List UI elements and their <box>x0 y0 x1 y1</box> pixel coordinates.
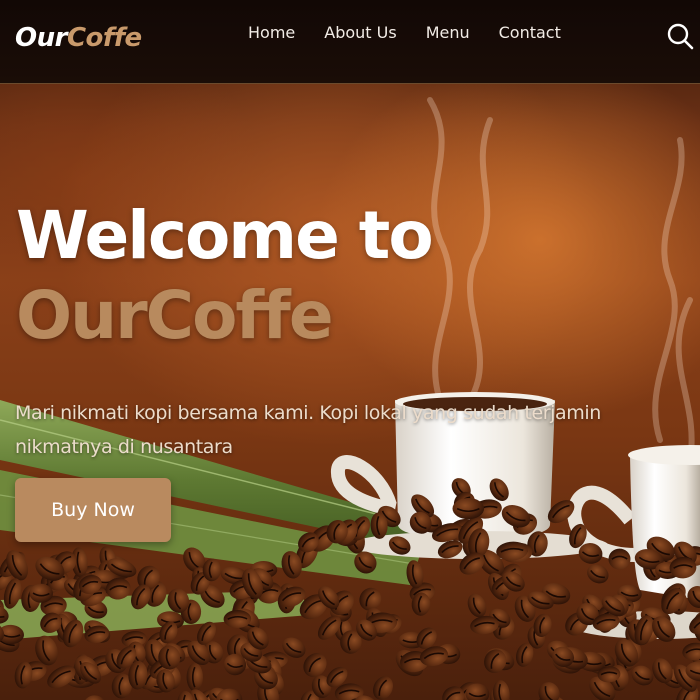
buy-now-button[interactable]: Buy Now <box>15 478 171 542</box>
hero-title: Welcome to OurCoffe <box>16 196 434 356</box>
brand-logo[interactable]: OurCoffe <box>15 20 142 56</box>
nav-link-menu[interactable]: Menu <box>426 21 470 45</box>
search-button[interactable] <box>664 20 696 52</box>
nav-link-contact[interactable]: Contact <box>499 21 561 45</box>
brand-logo-part1: Our <box>15 23 67 53</box>
top-navbar: OurCoffe Home About Us Menu Contact <box>0 0 700 84</box>
hero-subtitle: Mari nikmati kopi bersama kami. Kopi lok… <box>15 402 601 458</box>
hero-title-line1: Welcome to <box>16 197 434 274</box>
search-icon <box>667 23 694 50</box>
hero-title-line2: OurCoffe <box>16 277 334 354</box>
brand-logo-part2: Coffe <box>66 23 142 53</box>
main-navigation: Home About Us Menu Contact <box>248 21 590 45</box>
nav-link-home[interactable]: Home <box>248 21 295 45</box>
nav-link-about-us[interactable]: About Us <box>324 21 396 45</box>
